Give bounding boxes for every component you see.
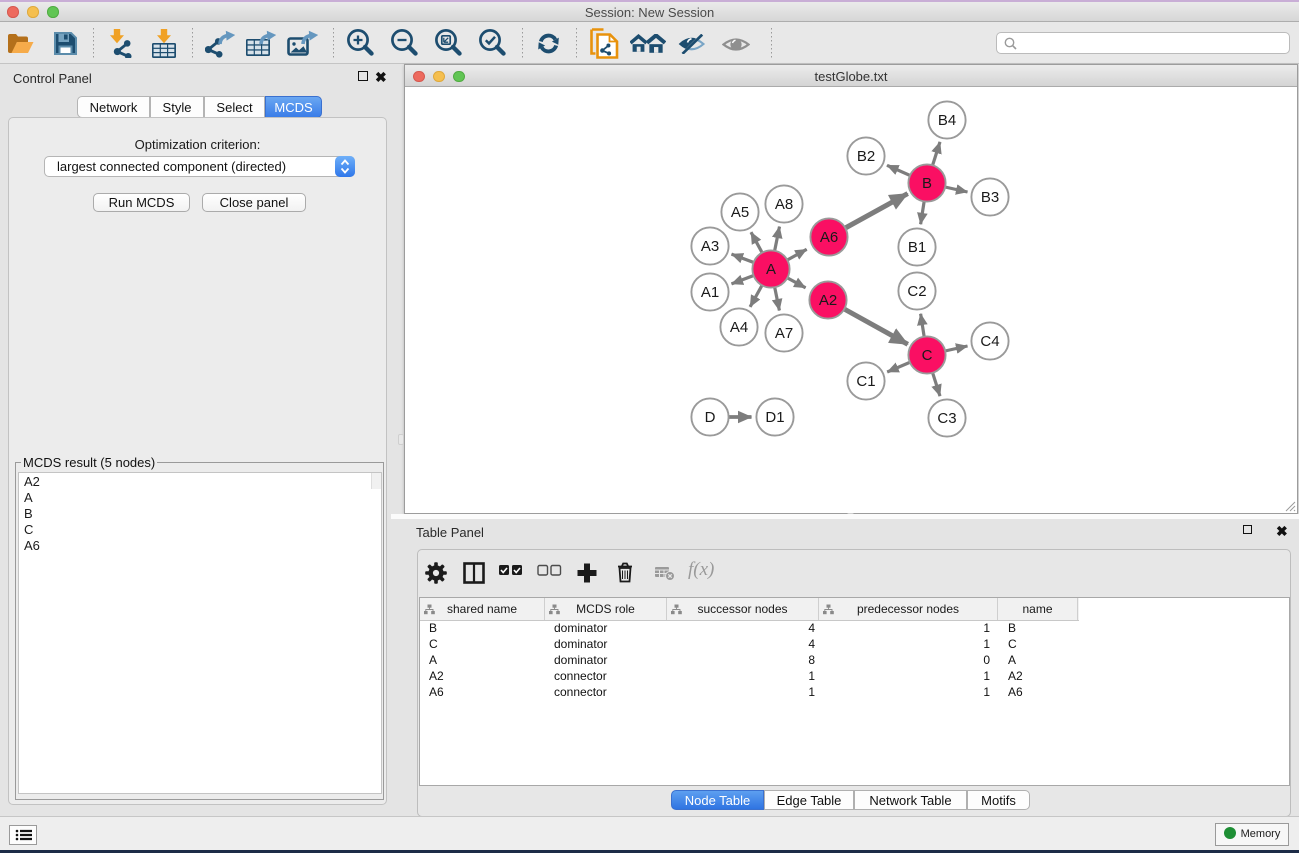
svg-text:B4: B4: [938, 112, 956, 129]
svg-text:A2: A2: [819, 292, 837, 309]
svg-text:A7: A7: [775, 325, 793, 342]
svg-text:A8: A8: [775, 196, 793, 213]
svg-text:D1: D1: [765, 409, 784, 426]
svg-text:D: D: [705, 409, 716, 426]
svg-text:B3: B3: [981, 189, 999, 206]
svg-text:A6: A6: [820, 229, 838, 246]
svg-text:C1: C1: [856, 373, 875, 390]
svg-text:C4: C4: [980, 333, 999, 350]
svg-text:A5: A5: [731, 204, 749, 221]
svg-text:B: B: [922, 175, 932, 192]
svg-text:C: C: [922, 347, 933, 364]
svg-text:C3: C3: [937, 410, 956, 427]
svg-text:B1: B1: [908, 239, 926, 256]
svg-text:A1: A1: [701, 284, 719, 301]
svg-text:C2: C2: [907, 283, 926, 300]
svg-text:B2: B2: [857, 148, 875, 165]
svg-text:A: A: [766, 261, 776, 278]
svg-text:A3: A3: [701, 238, 719, 255]
svg-text:A4: A4: [730, 319, 748, 336]
